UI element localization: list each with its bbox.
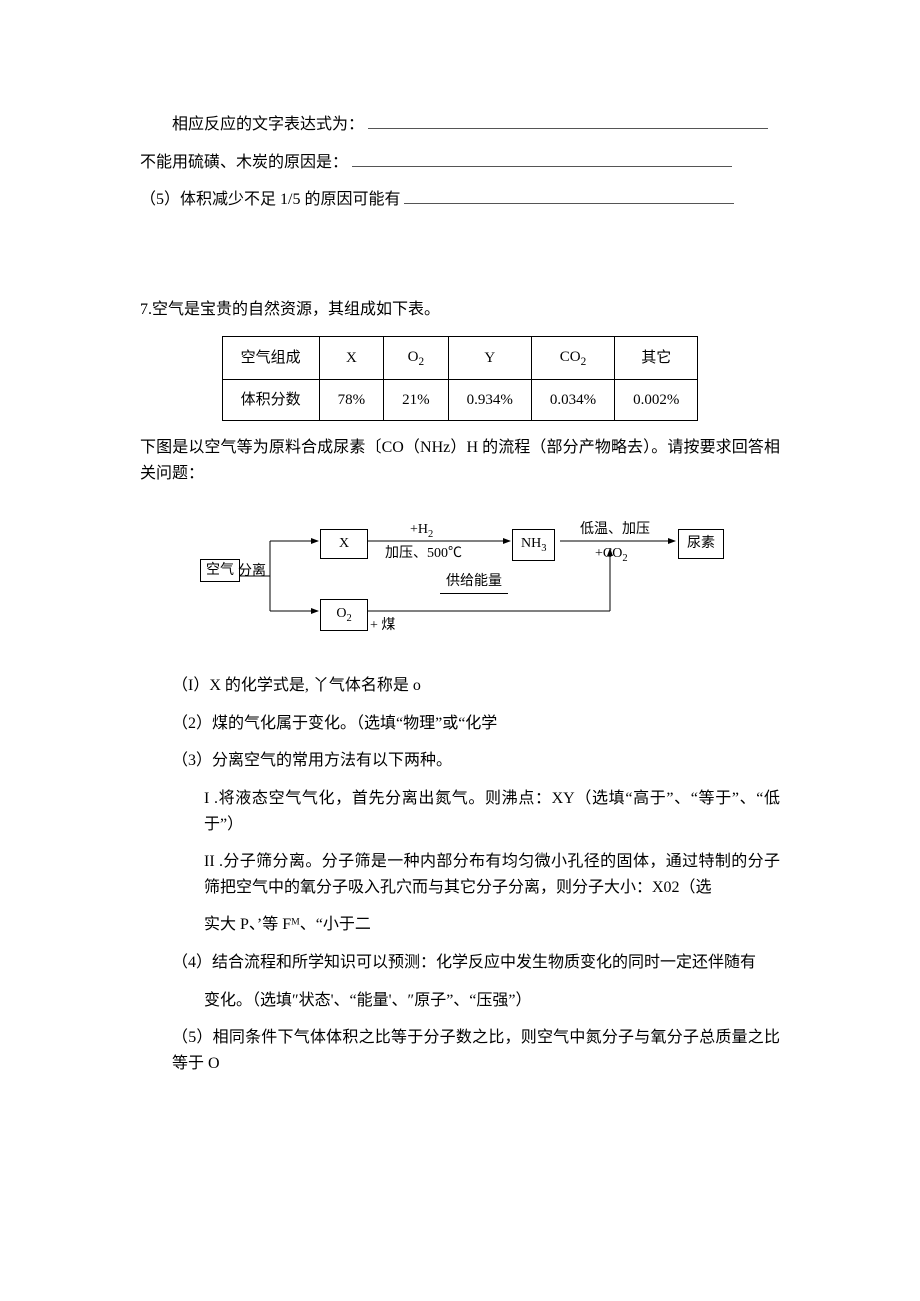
row-label: 体积分数 (222, 380, 319, 421)
val-o2: 21% (384, 380, 449, 421)
q6-eq-label: 相应反应的文字表达式为： (172, 116, 364, 133)
air-composition-table: 空气组成 X O2 Y CO2 其它 体积分数 78% 21% 0.934% 0… (222, 336, 699, 421)
urea-flow-diagram: 空气 分离 X O2 +H2 加压、500℃ NH3 低温、加压 +CO2 尿素… (200, 511, 720, 641)
blank-equation[interactable] (368, 112, 768, 129)
th-co2: CO2 (531, 337, 614, 380)
box-x: X (320, 529, 368, 559)
val-other: 0.002% (615, 380, 698, 421)
box-nh3: NH3 (512, 529, 555, 562)
label-cond1: 加压、500℃ (385, 543, 462, 565)
q6-reason-label: 不能用硫磺、木炭的原因是： (140, 154, 348, 171)
q7-part3-i: I .将液态空气气化，首先分离出氮气。则沸点：XY（选填“高于”、“等于”、“低… (140, 786, 780, 837)
label-h2: +H2 (410, 519, 433, 544)
q6-equation-line: 相应反应的文字表达式为： (140, 112, 780, 138)
q6-reason-line: 不能用硫磺、木炭的原因是： (140, 150, 780, 176)
q6-part5-line: （5）体积减少不足 1/5 的原因可能有 (140, 187, 780, 213)
label-cond2: 低温、加压 (580, 519, 650, 541)
q7-part3: （3）分离空气的常用方法有以下两种。 (140, 748, 780, 774)
label-coal: + 煤 (370, 615, 395, 637)
q7-caption: 下图是以空气等为原料合成尿素〔CO（NHz）H 的流程（部分产物略去）。请按要求… (140, 435, 780, 486)
q7-part4-a: （4）结合流程和所学知识可以预测：化学反应中发生物质变化的同时一定还伴随有 (140, 950, 780, 976)
q7-part1: （I）X 的化学式是, 丫气体名称是 o (140, 673, 780, 699)
q7-intro: 7.空气是宝贵的自然资源，其组成如下表。 (140, 297, 780, 323)
box-air: 空气 (200, 559, 240, 582)
box-o2: O2 (320, 599, 368, 632)
table-row: 空气组成 X O2 Y CO2 其它 (222, 337, 698, 380)
label-supply: 供给能量 (440, 571, 508, 594)
th-component: 空气组成 (222, 337, 319, 380)
q7-part2: （2）煤的气化属于变化。（选填“物理”或“化学 (140, 711, 780, 737)
q7-part3-ii-a: II .分子筛分离。分子筛是一种内部分布有均匀微小孔径的固体，通过特制的分子筛把… (140, 849, 780, 900)
th-other: 其它 (615, 337, 698, 380)
q7-part5: （5）相同条件下气体体积之比等于分子数之比，则空气中氮分子与氧分子总质量之比等于… (140, 1025, 780, 1076)
th-o2: O2 (384, 337, 449, 380)
blank-reason[interactable] (352, 150, 732, 167)
q7-part3-ii-b: 实大 P、’等 Fᴹ、“小于二 (140, 912, 780, 938)
val-x: 78% (319, 380, 384, 421)
val-y: 0.934% (448, 380, 531, 421)
label-split: 分离 (238, 561, 266, 583)
val-co2: 0.034% (531, 380, 614, 421)
label-co2: +CO2 (595, 543, 628, 568)
blank-volume-reason[interactable] (404, 187, 734, 204)
table-row: 体积分数 78% 21% 0.934% 0.034% 0.002% (222, 380, 698, 421)
q6-part5-label: （5）体积减少不足 1/5 的原因可能有 (140, 191, 400, 208)
th-x: X (319, 337, 384, 380)
box-urea: 尿素 (678, 529, 724, 559)
th-y: Y (448, 337, 531, 380)
q7-part4-b: 变化。（选填″状态'、“能量'、″原子”、“压强”） (140, 988, 780, 1014)
